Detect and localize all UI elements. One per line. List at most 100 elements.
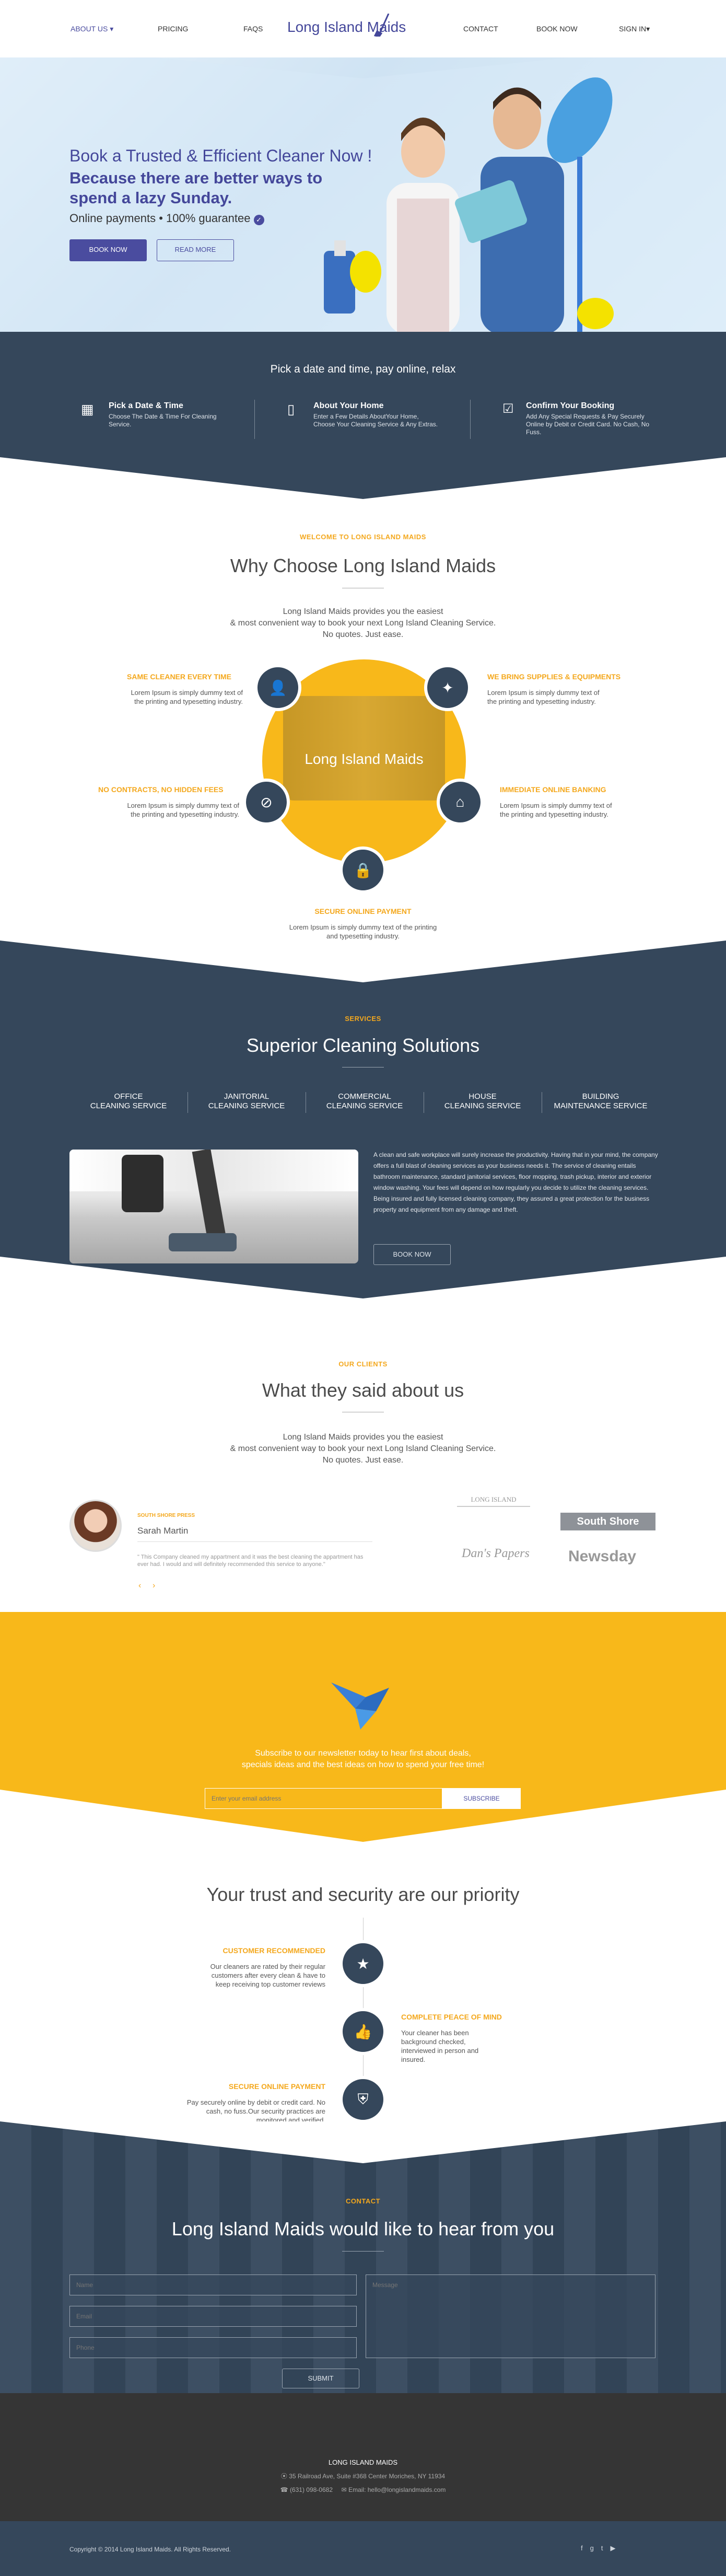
twitter-icon[interactable]: t <box>601 2544 611 2552</box>
service-tab-label: CLEANING SERVICE <box>90 1101 167 1110</box>
trust-item-text: Pay securely online by debit or credit c… <box>186 2098 325 2124</box>
read-more-button[interactable]: READ MORE <box>157 239 234 261</box>
hero-headline: Book a Trusted & Efficient Cleaner Now ! <box>69 146 372 165</box>
client-logo: South Shore <box>560 1513 655 1530</box>
service-tab-label: CLEANING SERVICE <box>326 1101 403 1110</box>
checkbox-icon: ☑ <box>502 402 514 416</box>
feature-text: Lorem Ipsum is simply dummy text of the … <box>131 689 243 705</box>
nav-sign-in[interactable]: SIGN IN▾ <box>619 25 650 33</box>
service-tab-label: COMMERCIAL <box>338 1092 391 1101</box>
nav-contact[interactable]: CONTACT <box>463 25 498 33</box>
why-sub-2: & most convenient way to book your next … <box>230 619 496 628</box>
social-icons: fgt▶ <box>581 2544 623 2552</box>
top-navigation: ABOUT US ▾ PRICING FAQS Long Island Maid… <box>0 0 726 57</box>
book-now-button[interactable]: BOOK NOW <box>69 239 147 261</box>
testimonial-name: Sarah Martin <box>137 1526 189 1536</box>
team-photo <box>283 696 445 800</box>
hero-section: Book a Trusted & Efficient Cleaner Now !… <box>0 42 726 334</box>
feature-text: Lorem Ipsum is simply dummy text of the … <box>289 923 437 940</box>
clients-sub-1: Long Island Maids provides you the easie… <box>283 1433 443 1442</box>
services-description: A clean and safe workplace will surely i… <box>373 1151 658 1213</box>
feature-title: SAME CLEANER EVERY TIME <box>127 672 231 681</box>
name-field[interactable] <box>69 2275 357 2295</box>
trust-item-title: SECURE ONLINE PAYMENT <box>228 2082 325 2091</box>
nav-book-now[interactable]: BOOK NOW <box>536 25 578 33</box>
email-input[interactable] <box>205 1788 442 1809</box>
contact-title: Long Island Maids would like to hear fro… <box>171 2218 555 2240</box>
newsletter-text-2: specials ideas and the best ideas on how… <box>241 1760 485 1769</box>
worker-legs <box>122 1155 163 1212</box>
check-icon: ✓ <box>253 215 264 225</box>
service-tab[interactable]: BUILDING MAINTENANCE SERVICE <box>542 1092 660 1113</box>
trust-item-text: Your cleaner has been background checked… <box>401 2029 479 2063</box>
phone-field[interactable] <box>69 2337 357 2358</box>
trust-item-title: CUSTOMER RECOMMENDED <box>223 1946 325 1955</box>
feature-text: Lorem Ipsum is simply dummy text of the … <box>487 689 600 705</box>
feature-title: NO CONTRACTS, NO HIDDEN FEES <box>98 785 224 794</box>
chevron-left-icon[interactable]: ‹ <box>138 1581 141 1591</box>
broom-logo-icon <box>374 14 390 37</box>
nav-faqs[interactable]: FAQS <box>243 25 263 33</box>
service-tab-label: OFFICE <box>114 1092 143 1101</box>
step-text: Add Any Special Requests & Pay Securely … <box>526 413 650 436</box>
spray-icon: ✦ <box>424 664 471 711</box>
service-tab-label: CLEANING SERVICE <box>208 1101 285 1110</box>
step-text: Enter a Few Details AboutYour Home, Choo… <box>313 413 438 428</box>
nav-pricing[interactable]: PRICING <box>158 25 188 33</box>
step-divider <box>254 400 255 439</box>
email-field[interactable] <box>69 2306 357 2327</box>
people-icon: 👤 <box>254 664 301 711</box>
service-tab[interactable]: COMMERCIAL CLEANING SERVICE <box>306 1092 424 1113</box>
shield-icon: ⛨ <box>339 2076 387 2123</box>
facebook-icon[interactable]: f <box>581 2544 590 2552</box>
trust-item-text: Our cleaners are rated by their regular … <box>210 1963 325 1988</box>
mop-head <box>169 1233 237 1251</box>
subscribe-button[interactable]: SUBSCRIBE <box>442 1788 521 1809</box>
testimonial-rule <box>137 1541 372 1542</box>
submit-button[interactable]: SUBMIT <box>282 2369 359 2388</box>
trust-item-title: COMPLETE PEACE OF MIND <box>401 2013 502 2021</box>
step-divider <box>470 400 471 439</box>
service-tab[interactable]: HOUSE CLEANING SERVICE <box>424 1092 542 1113</box>
steps-section: Pick a date and time, pay online, relax … <box>0 332 726 499</box>
page: Book a Trusted & Efficient Cleaner Now !… <box>0 0 726 2576</box>
feature-title: SECURE ONLINE PAYMENT <box>314 907 412 915</box>
star-rating-icon: ★ <box>339 1940 387 1987</box>
feature-text: Lorem Ipsum is simply dummy text of the … <box>127 802 239 818</box>
message-field[interactable] <box>366 2275 655 2358</box>
nav-about-us[interactable]: ABOUT US ▾ <box>71 25 113 33</box>
chevron-right-icon[interactable]: › <box>153 1581 155 1591</box>
newsletter-text-1: Subscribe to our newsletter today to hea… <box>255 1749 471 1758</box>
youtube-icon[interactable]: ▶ <box>610 2544 623 2552</box>
clients-sub-3: No quotes. Just ease. <box>322 1456 404 1465</box>
testimonial-source: SOUTH SHORE PRESS <box>137 1513 195 1518</box>
step-title: Pick a Date & Time <box>109 401 183 410</box>
nav-divider <box>0 42 726 57</box>
service-tab-label: CLEANING SERVICE <box>444 1101 521 1110</box>
copyright-bar: Copyright © 2014 Long Island Maids. All … <box>0 2521 726 2576</box>
service-tab-label: JANITORIAL <box>224 1092 270 1101</box>
step-title: About Your Home <box>313 401 384 410</box>
service-tab-label: BUILDING <box>582 1092 619 1101</box>
map-pin-icon: ⦿ <box>280 2473 287 2480</box>
ban-icon: ⊘ <box>243 779 290 826</box>
client-logo: LONG ISLAND <box>457 1495 530 1507</box>
google-plus-icon[interactable]: g <box>590 2544 601 2552</box>
service-tab[interactable]: OFFICE CLEANING SERVICE <box>69 1092 188 1111</box>
trust-title: Your trust and security are our priority <box>206 1884 520 1905</box>
phone-icon: ▯ <box>287 401 295 417</box>
services-book-now-button[interactable]: BOOK NOW <box>373 1244 451 1265</box>
service-photo <box>69 1150 358 1263</box>
hero-tagline: Online payments • 100% guarantee ✓ <box>69 212 264 225</box>
steps-heading: Pick a date and time, pay online, relax <box>270 363 456 375</box>
clients-title: What they said about us <box>262 1379 464 1401</box>
phone-icon: ☎ <box>280 2486 288 2493</box>
step-title: Confirm Your Booking <box>526 401 615 410</box>
service-tab[interactable]: JANITORIAL CLEANING SERVICE <box>188 1092 306 1113</box>
thumbs-up-icon: 👍 <box>339 2008 387 2055</box>
step-text: Choose The Date & Time For Cleaning Serv… <box>109 413 217 428</box>
hero-subheadline: Because there are better ways to spend a… <box>69 169 323 207</box>
footer: LONG ISLAND MAIDS ⦿ 35 Railroad Ave, Sui… <box>0 2393 726 2521</box>
feature-title: IMMEDIATE ONLINE BANKING <box>500 785 606 794</box>
feature-title: WE BRING SUPPLIES & EQUIPMENTS <box>487 672 621 681</box>
